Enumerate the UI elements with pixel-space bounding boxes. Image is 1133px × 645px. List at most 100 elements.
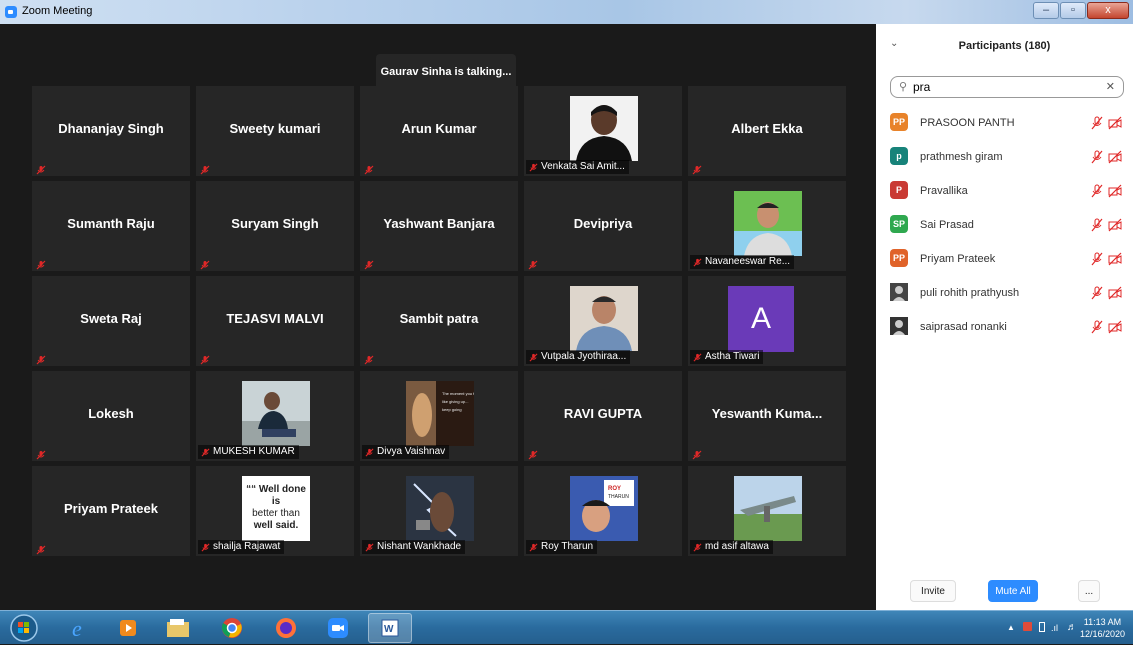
muted-mic-icon <box>36 352 46 365</box>
video-off-icon[interactable] <box>1108 116 1122 130</box>
muted-mic-icon[interactable] <box>1090 286 1104 300</box>
participant-name-tag: Venkata Sai Amit... <box>526 160 629 174</box>
muted-mic-icon <box>528 257 538 270</box>
maximize-button[interactable]: ▫ <box>1060 2 1086 19</box>
participant-row[interactable]: PP Priyam Prateek <box>876 242 1133 276</box>
participant-tile[interactable]: Suryam Singh <box>196 181 354 271</box>
muted-mic-icon[interactable] <box>1090 252 1104 266</box>
signal-icon[interactable]: .ıl <box>1051 623 1058 633</box>
muted-mic-icon <box>200 257 210 270</box>
participant-row[interactable]: SP Sai Prasad <box>876 208 1133 242</box>
participant-row[interactable]: p prathmesh giram <box>876 140 1133 174</box>
muted-mic-icon <box>365 543 374 551</box>
participant-tile[interactable]: Devipriya <box>524 181 682 271</box>
participant-tile[interactable]: ““ Well done is better than well said. shai… <box>196 466 354 556</box>
participant-row[interactable]: puli rohith prathyush <box>876 276 1133 310</box>
participant-tile[interactable]: A Astha Tiwari <box>688 276 846 366</box>
more-button[interactable]: ... <box>1078 580 1100 602</box>
video-off-icon[interactable] <box>1108 286 1122 300</box>
participant-name: Suryam Singh <box>231 216 319 231</box>
participant-name: Dhananjay Singh <box>58 121 164 136</box>
participant-tile[interactable]: MUKESH KUMAR <box>196 371 354 461</box>
muted-mic-icon[interactable] <box>1090 320 1104 334</box>
minimize-button[interactable]: ‒ <box>1033 2 1059 19</box>
start-button[interactable] <box>6 613 42 643</box>
chrome-icon[interactable] <box>210 613 254 643</box>
clear-search-icon[interactable]: ✕ <box>1106 80 1115 93</box>
participant-row[interactable]: PP PRASOON PANTH <box>876 106 1133 140</box>
word-icon[interactable]: W <box>368 613 412 643</box>
muted-mic-icon[interactable] <box>1090 218 1104 232</box>
participant-tile[interactable]: Priyam Prateek <box>32 466 190 556</box>
file-explorer-icon[interactable] <box>156 613 200 643</box>
video-off-icon[interactable] <box>1108 218 1122 232</box>
video-off-icon[interactable] <box>1108 150 1122 164</box>
participant-tile[interactable]: TEJASVI MALVI <box>196 276 354 366</box>
muted-mic-icon <box>201 543 210 551</box>
muted-mic-icon <box>36 257 46 270</box>
participant-tile[interactable]: RAVI GUPTA <box>524 371 682 461</box>
tray-up-arrow-icon[interactable]: ▲ <box>1007 623 1015 632</box>
volume-icon[interactable]: ♬ <box>1067 622 1077 633</box>
participant-photo <box>570 286 638 351</box>
participant-tile[interactable]: Yashwant Banjara <box>360 181 518 271</box>
participant-tile[interactable]: Sweety kumari <box>196 86 354 176</box>
video-off-icon[interactable] <box>1108 252 1122 266</box>
participant-photo <box>734 191 802 256</box>
muted-mic-icon <box>365 448 374 456</box>
clock[interactable]: 11:13 AM 12/16/2020 <box>1080 616 1125 640</box>
participant-tile[interactable]: The moment you feel like giving up... keep… <box>360 371 518 461</box>
participant-name-tag: Roy Tharun <box>526 540 598 554</box>
firefox-icon[interactable] <box>264 613 308 643</box>
svg-text:THARUN: THARUN <box>608 494 629 500</box>
participant-tile[interactable]: Vutpala Jyothiraa... <box>524 276 682 366</box>
participant-list-name: Pravallika <box>920 185 968 197</box>
network-icon[interactable] <box>1023 622 1032 631</box>
participant-row[interactable]: P Pravallika <box>876 174 1133 208</box>
search-input[interactable] <box>913 79 1093 95</box>
muted-mic-icon[interactable] <box>1090 116 1104 130</box>
participant-tile[interactable]: Yeswanth Kuma... <box>688 371 846 461</box>
participant-tile[interactable]: Sumanth Raju <box>32 181 190 271</box>
muted-mic-icon <box>364 352 374 365</box>
participant-tile[interactable]: Lokesh <box>32 371 190 461</box>
muted-mic-icon <box>693 543 702 551</box>
invite-button[interactable]: Invite <box>910 580 956 602</box>
windows-taskbar: e W ▲ .ıl ♬ 11:13 AM 12/16/2020 <box>0 610 1133 644</box>
participant-tile[interactable]: Nishant Wankhade <box>360 466 518 556</box>
participant-tile[interactable]: Sambit patra <box>360 276 518 366</box>
participant-tile[interactable]: Albert Ekka <box>688 86 846 176</box>
close-button[interactable]: x <box>1087 2 1129 19</box>
participants-panel: ⌄ Participants (180) ⚲ ✕ PPPRASOON PANTH… <box>876 24 1133 614</box>
video-off-icon[interactable] <box>1108 184 1122 198</box>
mute-all-button[interactable]: Mute All <box>988 580 1038 602</box>
participant-name: Arun Kumar <box>401 121 477 136</box>
participant-tile[interactable]: Venkata Sai Amit... <box>524 86 682 176</box>
participant-list-name: puli rohith prathyush <box>920 287 1020 299</box>
active-speaker-banner: Gaurav Sinha is talking... <box>376 54 516 90</box>
participant-tile[interactable]: Sweta Raj <box>32 276 190 366</box>
zoom-taskbar-icon[interactable] <box>316 613 360 643</box>
participant-tile[interactable]: md asif altawa <box>688 466 846 556</box>
video-off-icon[interactable] <box>1108 320 1122 334</box>
participant-tile[interactable]: Navaneeswar Re... <box>688 181 846 271</box>
zoom-logo-icon <box>5 6 17 18</box>
participant-search[interactable]: ⚲ ✕ <box>890 76 1124 98</box>
muted-mic-icon[interactable] <box>1090 184 1104 198</box>
participant-tile[interactable]: ROY THARUN Roy Tharun <box>524 466 682 556</box>
muted-mic-icon <box>364 257 374 270</box>
media-player-icon[interactable] <box>106 613 150 643</box>
participant-name-tag: Divya Vaishnav <box>362 445 450 459</box>
participant-avatar <box>890 317 908 335</box>
internet-explorer-icon[interactable]: e <box>58 613 102 643</box>
participant-name-tag: Vutpala Jyothiraa... <box>526 350 631 364</box>
participant-row[interactable]: saiprasad ronanki <box>876 310 1133 344</box>
participant-tile[interactable]: Dhananjay Singh <box>32 86 190 176</box>
muted-mic-icon <box>36 447 46 460</box>
muted-mic-icon <box>529 543 538 551</box>
participant-avatar-letter: A <box>728 286 794 352</box>
participant-tile[interactable]: Arun Kumar <box>360 86 518 176</box>
muted-mic-icon <box>200 162 210 175</box>
battery-icon[interactable] <box>1039 622 1045 632</box>
muted-mic-icon[interactable] <box>1090 150 1104 164</box>
